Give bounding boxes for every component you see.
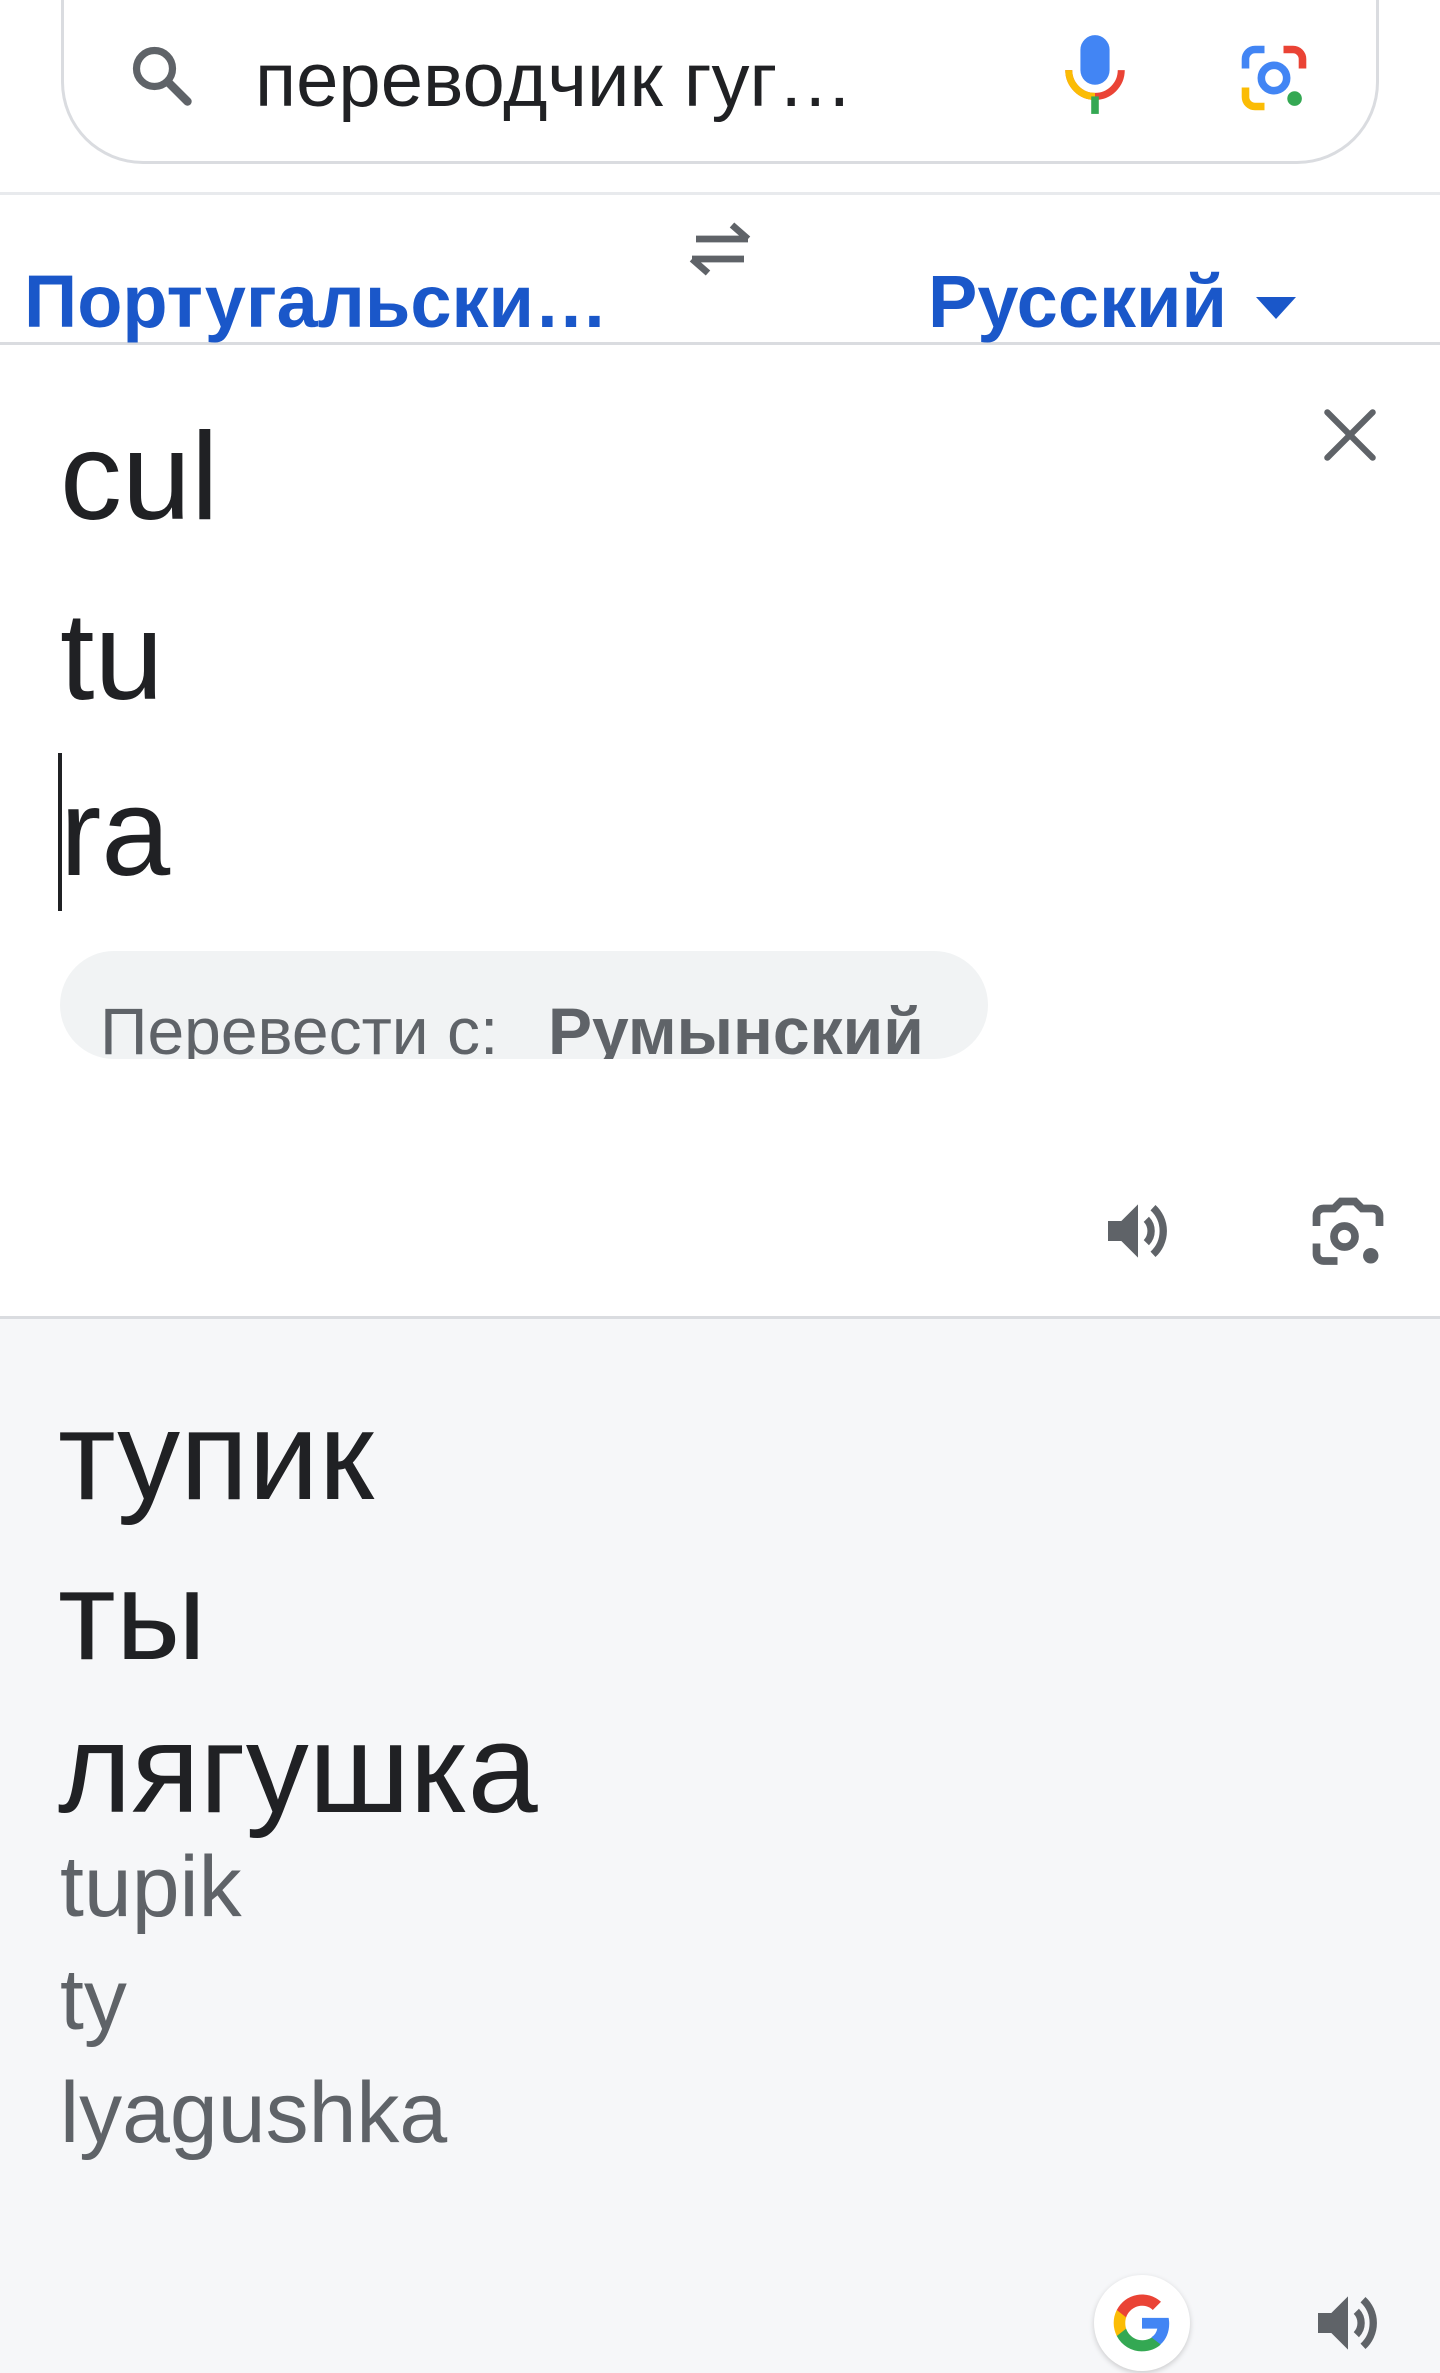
transliteration-line: ty [60, 1952, 127, 2048]
lens-icon[interactable] [1236, 40, 1312, 116]
detect-prefix: Перевести с: [100, 994, 499, 1059]
source-text-line[interactable]: tu [60, 587, 163, 727]
target-language-button[interactable]: Русский [928, 257, 1227, 347]
swap-icon[interactable] [680, 217, 760, 281]
source-input-panel[interactable]: cul tu ra Перевести с: Румынский [0, 345, 1440, 1318]
translation-line: тупик [58, 1385, 374, 1526]
language-bar: Португальски… Русский [0, 195, 1440, 345]
text-caret [58, 753, 62, 911]
detected-language: Румынский [548, 994, 924, 1059]
camera-icon[interactable] [1306, 1191, 1390, 1275]
translation-line: ты [58, 1545, 207, 1686]
source-text-line[interactable]: cul [60, 407, 219, 547]
dropdown-icon[interactable] [1256, 297, 1296, 321]
translation-line: лягушка [58, 1698, 538, 1839]
transliteration-line: lyagushka [60, 2065, 448, 2161]
mic-icon[interactable] [1060, 32, 1130, 120]
source-language-button[interactable]: Португальски… [24, 257, 608, 347]
speaker-icon[interactable] [1308, 2283, 1388, 2363]
search-area: переводчик гуг… [0, 0, 1440, 195]
source-text-line[interactable]: ra [60, 763, 170, 903]
google-g-icon[interactable] [1094, 2275, 1190, 2371]
search-icon[interactable] [126, 40, 198, 112]
speaker-icon[interactable] [1098, 1191, 1178, 1271]
detect-language-chip[interactable]: Перевести с: Румынский [60, 951, 988, 1059]
transliteration-line: tupik [60, 1839, 242, 1935]
search-query[interactable]: переводчик гуг… [255, 36, 853, 126]
clear-icon[interactable] [1316, 401, 1384, 469]
translation-output-panel: тупик ты лягушка tupik ty lyagushka [0, 1316, 1440, 2373]
